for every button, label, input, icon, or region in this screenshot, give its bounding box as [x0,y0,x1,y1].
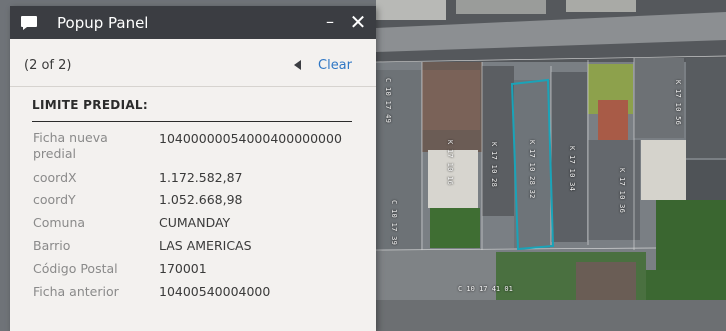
parcel-label: K 17 10 36 [618,168,626,214]
feature-counter: (2 of 2) [24,58,72,73]
parcel-label: C 10 17 39 [390,200,398,246]
section-title: LIMITE PREDIAL: [32,98,148,112]
field-value-barrio: LAS AMERICAS [159,238,252,253]
parcel-label: K 17 10 56 [674,80,682,126]
divider [10,86,376,87]
minimize-button[interactable]: – [321,10,339,34]
section-divider [32,121,352,122]
field-value-coordx: 1.172.582,87 [159,170,243,185]
parcel-label: K 17 10 28 32 [528,140,536,199]
clear-button[interactable]: Clear [318,58,352,73]
aerial-imagery [376,0,726,331]
field-value-codigo-postal: 170001 [159,261,207,276]
popup-titlebar[interactable]: Popup Panel – ✕ [10,6,376,39]
field-value-ficha-anterior: 10400540004000 [159,284,271,299]
field-label-barrio: Barrio [33,238,71,253]
field-label-ficha-anterior: Ficha anterior [33,284,119,299]
parcel-label: C 10 17 41 01 [458,285,513,293]
speech-bubble-icon [21,16,37,30]
field-label-coordy: coordY [33,192,76,207]
aerial-map[interactable]: C 10 17 49 K 17 10 16 K 17 10 28 K 17 10… [376,0,726,331]
parcel-label: C 10 17 49 [384,78,392,124]
popup-panel: Popup Panel – ✕ (2 of 2) Clear LIMITE PR… [10,6,376,331]
field-label-codigo-postal: Código Postal [33,261,118,276]
field-value-coordy: 1.052.668,98 [159,192,243,207]
field-label-ficha-nueva-predial: Ficha nueva predial [33,130,108,161]
previous-feature-button[interactable] [293,59,303,71]
popup-title: Popup Panel [57,14,149,32]
parcel-label: K 17 10 16 [446,140,454,186]
close-button[interactable]: ✕ [347,10,369,34]
field-label-comuna: Comuna [33,215,86,230]
triangle-left-icon [294,60,301,70]
field-value-ficha-nueva-predial: 10400000054000400000000 [159,131,342,146]
parcel-label: K 17 10 34 [568,146,576,192]
feature-navigation: (2 of 2) Clear [10,39,376,87]
field-value-comuna: CUMANDAY [159,215,231,230]
field-label-coordx: coordX [33,170,77,185]
parcel-label: K 17 10 28 [490,142,498,188]
